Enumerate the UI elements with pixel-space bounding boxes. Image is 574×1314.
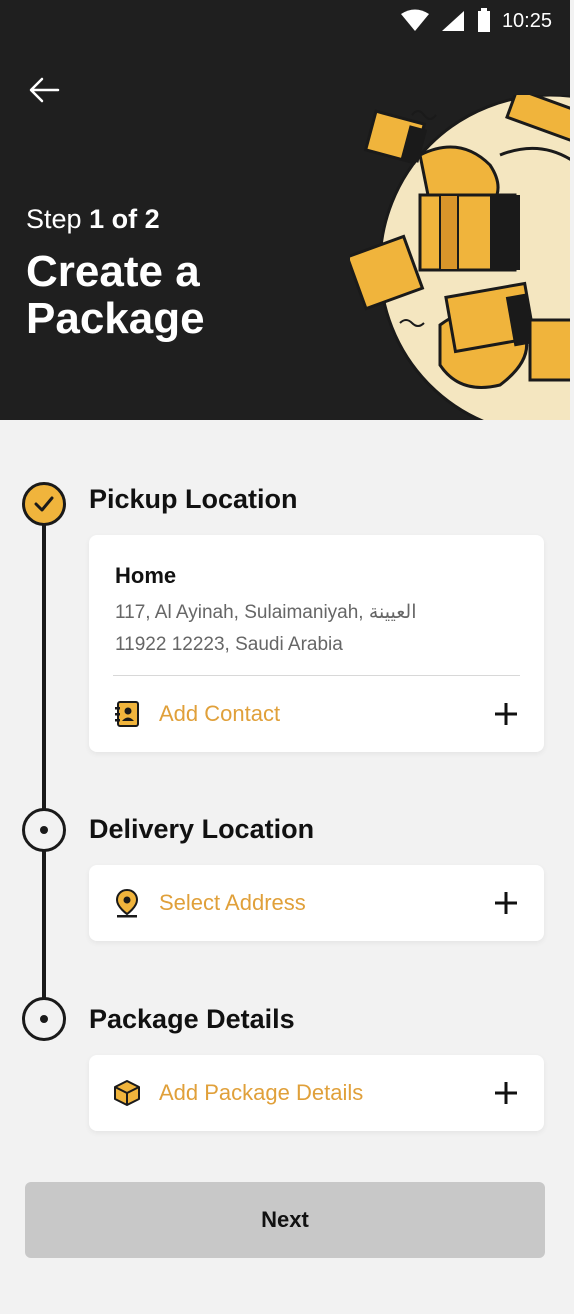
step-value: 1 of 2 <box>89 204 160 234</box>
delivery-location-title: Delivery Location <box>89 814 315 844</box>
next-button[interactable]: Next <box>25 1182 545 1258</box>
pickup-location-title: Pickup Location <box>89 484 298 514</box>
pickup-address-card[interactable]: Home 117, Al Ayinah, Sulaimaniyah, العيي… <box>89 535 544 752</box>
address-line-2: 11922 12223, Saudi Arabia <box>115 634 343 655</box>
step-indicator: Step 1 of 2 <box>26 204 160 235</box>
package-details-title: Package Details <box>89 1004 295 1034</box>
packages-globe-illustration <box>350 95 570 420</box>
package-details-card[interactable]: Add Package Details <box>89 1055 544 1131</box>
select-address-button[interactable]: Select Address <box>89 865 544 941</box>
delivery-address-card[interactable]: Select Address <box>89 865 544 941</box>
contact-book-icon <box>113 700 141 728</box>
add-contact-button[interactable]: Add Contact <box>89 676 544 752</box>
add-contact-label: Add Contact <box>159 701 281 726</box>
header: 10:25 Step 1 of 2 Create a Package <box>0 0 570 420</box>
address-name: Home <box>115 563 177 588</box>
pickup-step-check-indicator <box>22 482 66 526</box>
location-pin-icon <box>113 888 141 918</box>
package-step-indicator <box>22 997 66 1041</box>
page-title: Create a Package <box>26 247 205 343</box>
select-address-label: Select Address <box>159 890 306 915</box>
status-time: 10:25 <box>501 9 552 32</box>
package-box-icon <box>113 1079 141 1107</box>
step-prefix: Step <box>26 204 82 234</box>
plus-icon <box>492 700 520 728</box>
status-bar: 10:25 <box>400 6 552 36</box>
signal-icon <box>441 11 464 31</box>
check-icon <box>34 496 54 512</box>
back-button[interactable] <box>26 72 66 108</box>
address-line-1: 117, Al Ayinah, Sulaimaniyah, العيينة <box>115 602 417 623</box>
add-package-details-button[interactable]: Add Package Details <box>89 1055 544 1131</box>
plus-icon <box>492 889 520 917</box>
timeline-rail <box>42 510 46 1010</box>
plus-icon <box>492 1079 520 1107</box>
arrow-left-icon <box>29 77 60 103</box>
battery-icon <box>477 8 490 32</box>
add-package-details-label: Add Package Details <box>159 1080 364 1105</box>
pickup-address-block[interactable]: Home 117, Al Ayinah, Sulaimaniyah, العيي… <box>89 535 544 675</box>
wifi-icon <box>400 9 429 31</box>
delivery-step-indicator <box>22 808 66 852</box>
